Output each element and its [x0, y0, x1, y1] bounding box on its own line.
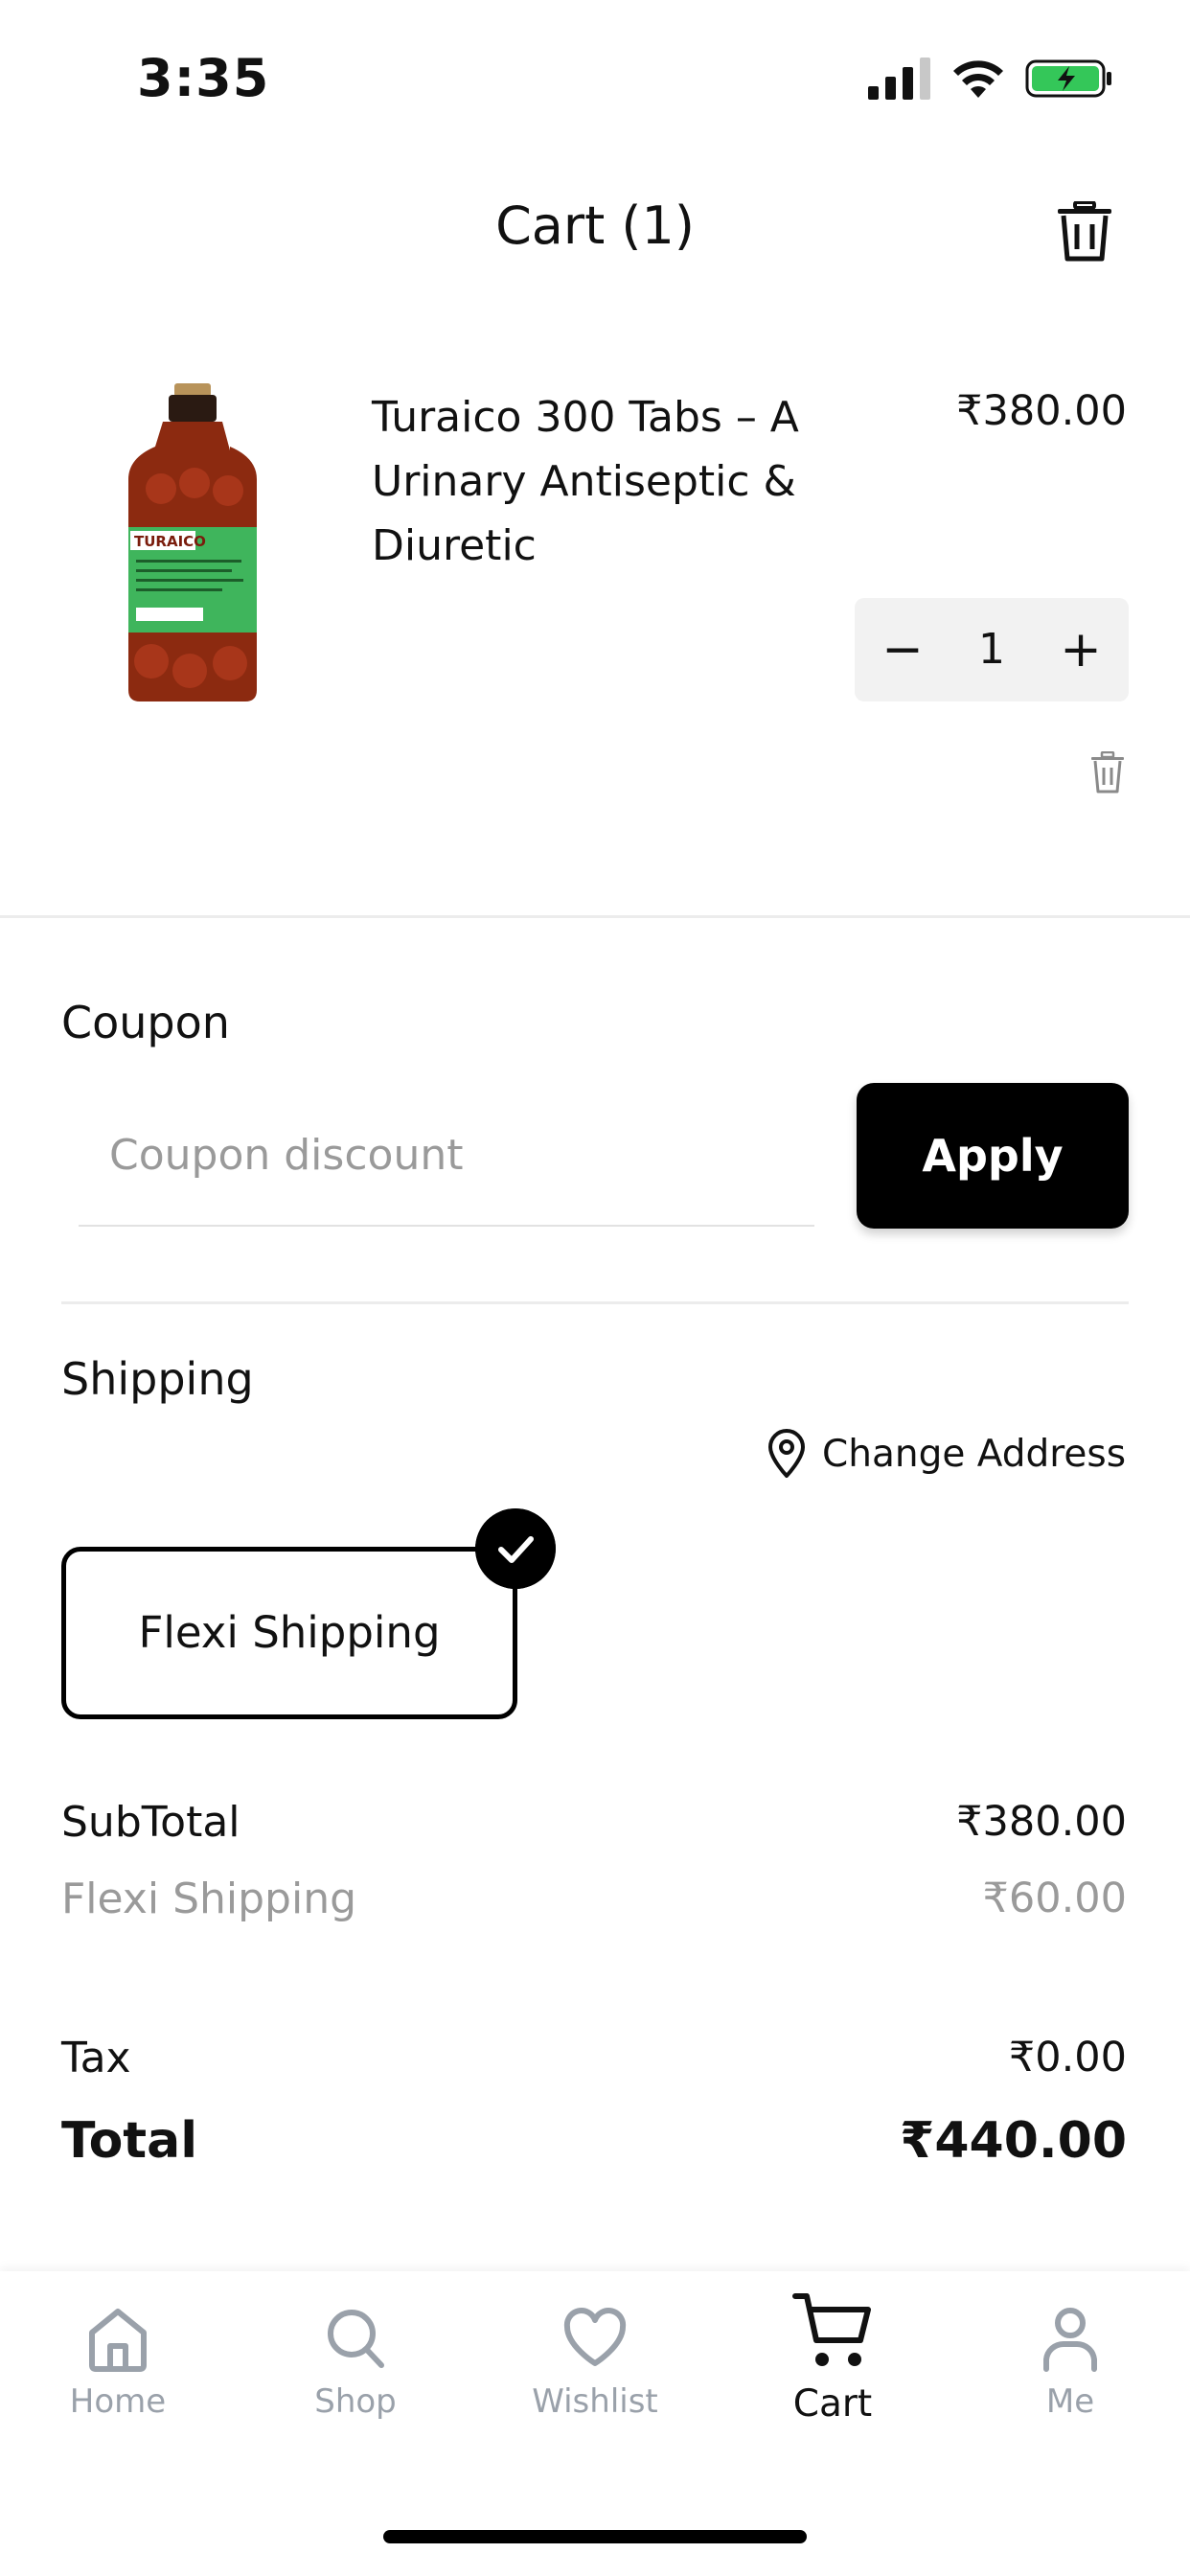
tax-value: ₹0.00 — [1008, 2034, 1127, 2082]
shipping-option-label: Flexi Shipping — [138, 1607, 441, 1658]
quantity-stepper: − 1 + — [855, 598, 1129, 702]
product-image[interactable]: TURAICO — [123, 383, 263, 702]
nav-shop-label: Shop — [314, 2382, 397, 2421]
nav-home-label: Home — [69, 2382, 167, 2421]
nav-home[interactable]: Home — [22, 2304, 214, 2438]
check-icon — [475, 1508, 556, 1589]
wifi-icon — [953, 60, 1003, 98]
total-label: Total — [61, 2112, 198, 2170]
cart-icon — [792, 2293, 871, 2366]
section-divider — [61, 1301, 1129, 1304]
heart-icon — [563, 2308, 627, 2366]
user-icon — [1043, 2308, 1097, 2372]
nav-cart-label: Cart — [792, 2382, 873, 2426]
coupon-input[interactable] — [79, 1085, 814, 1227]
change-address-link[interactable]: Change Address — [767, 1426, 1126, 1482]
nav-wishlist-label: Wishlist — [532, 2382, 658, 2421]
nav-shop[interactable]: Shop — [260, 2304, 451, 2438]
page-title: Cart (1) — [495, 196, 695, 256]
status-time: 3:35 — [137, 48, 270, 108]
product-label-logo: TURAICO — [134, 533, 206, 550]
home-indicator — [383, 2530, 807, 2543]
apply-coupon-button[interactable]: Apply — [857, 1083, 1129, 1229]
shipping-cost-value: ₹60.00 — [982, 1874, 1127, 1922]
shipping-section-title: Shipping — [61, 1353, 254, 1405]
subtotal-label: SubTotal — [61, 1798, 240, 1847]
shipping-cost-label: Flexi Shipping — [61, 1874, 357, 1923]
nav-wishlist[interactable]: Wishlist — [499, 2304, 691, 2438]
section-divider — [0, 915, 1190, 918]
clear-cart-trash-icon[interactable] — [1056, 201, 1113, 263]
product-name[interactable]: Turaico 300 Tabs – A Urinary Antiseptic … — [372, 385, 870, 578]
nav-me[interactable]: Me — [974, 2304, 1166, 2438]
location-pin-icon — [768, 1429, 805, 1478]
nav-cart[interactable]: Cart — [737, 2290, 928, 2426]
search-icon — [328, 2310, 384, 2368]
increase-quantity-button[interactable]: + — [1033, 598, 1129, 702]
remove-item-trash-icon[interactable] — [1090, 751, 1125, 794]
shipping-option-flexi[interactable]: Flexi Shipping — [61, 1547, 517, 1719]
total-value: ₹440.00 — [900, 2112, 1127, 2170]
coupon-section-title: Coupon — [61, 997, 230, 1048]
decrease-quantity-button[interactable]: − — [855, 598, 950, 702]
signal-icon — [868, 58, 930, 100]
subtotal-value: ₹380.00 — [956, 1798, 1127, 1846]
product-price: ₹380.00 — [956, 387, 1127, 435]
change-address-label: Change Address — [822, 1432, 1127, 1476]
tax-label: Tax — [61, 2034, 131, 2082]
battery-icon — [1025, 59, 1111, 98]
home-icon — [89, 2309, 147, 2372]
nav-me-label: Me — [1045, 2382, 1095, 2421]
quantity-value: 1 — [978, 625, 1005, 674]
